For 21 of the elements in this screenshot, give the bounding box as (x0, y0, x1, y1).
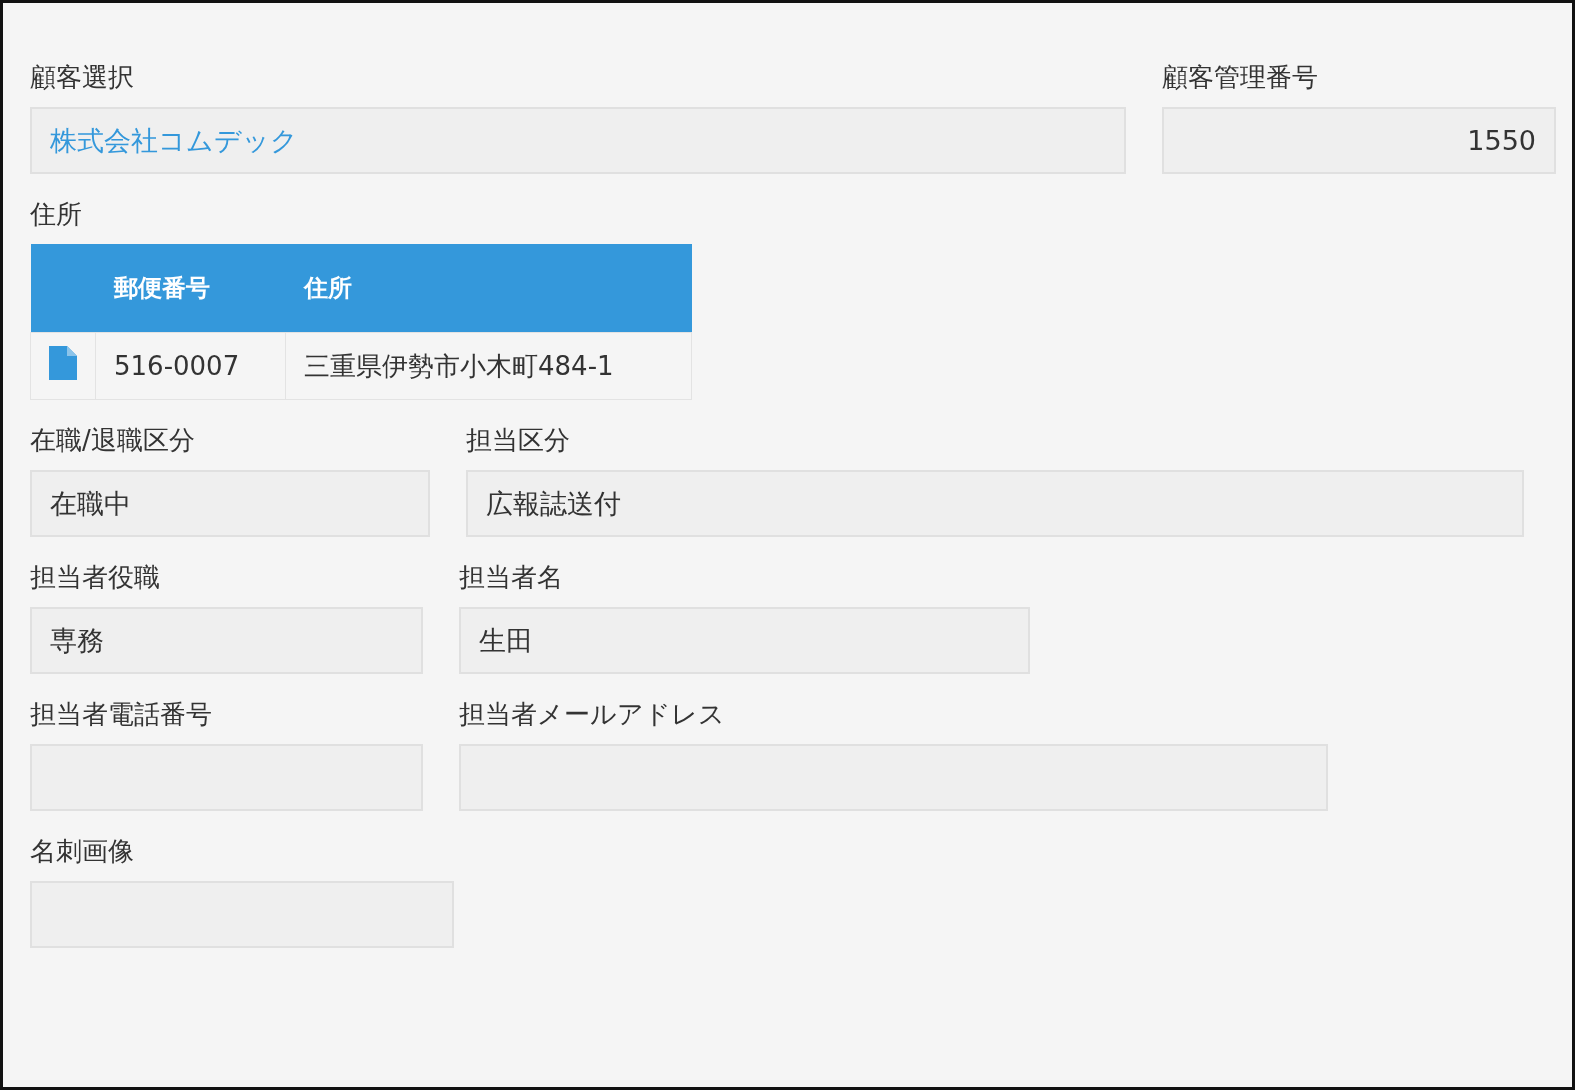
field-label: 在職/退職区分 (30, 424, 196, 456)
table-cell: 516-0007 (95, 332, 286, 400)
table-cell: 三重県伊勢市小木町484-1 (285, 332, 692, 400)
link-field[interactable]: 株式会社コムデック (30, 107, 1126, 174)
read-only-field: 1550 (1162, 107, 1556, 174)
column-header: 郵便番号 (95, 244, 286, 333)
field-label: 顧客管理番号 (1162, 61, 1319, 93)
field-label: 担当者役職 (30, 561, 161, 593)
column-header: 住所 (285, 244, 692, 333)
field-label: 住所 (30, 198, 83, 230)
field-label: 担当者メールアドレス (459, 698, 726, 730)
read-only-field: 広報誌送付 (466, 470, 1524, 537)
read-only-field: 専務 (30, 607, 423, 674)
field-label: 名刺画像 (30, 835, 135, 867)
read-only-field: 在職中 (30, 470, 430, 537)
field-label: 担当者電話番号 (30, 698, 213, 730)
field-label: 担当区分 (466, 424, 571, 456)
field-label: 顧客選択 (30, 61, 135, 93)
document-icon[interactable] (49, 346, 77, 380)
field-label: 担当者名 (459, 561, 564, 593)
read-only-field: 生田 (459, 607, 1030, 674)
